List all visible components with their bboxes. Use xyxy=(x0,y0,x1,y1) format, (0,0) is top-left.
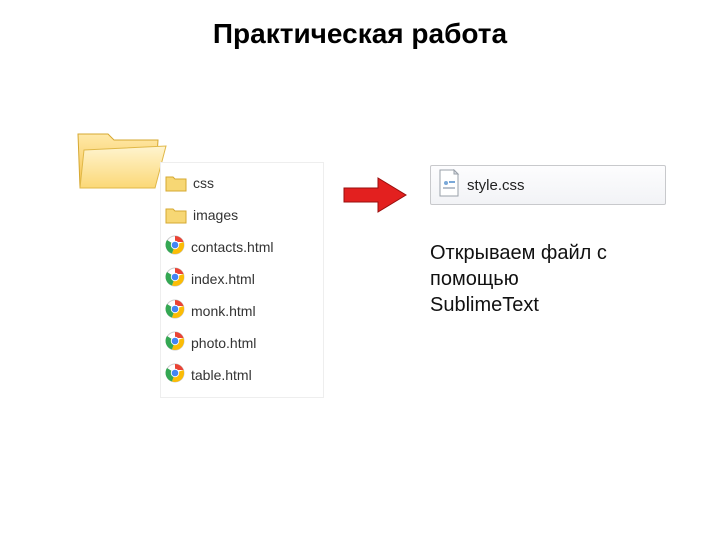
arrow-icon xyxy=(340,175,410,220)
file-row-contacts[interactable]: contacts.html xyxy=(165,231,315,263)
instruction-text: Открываем файл с помощью SublimeText xyxy=(430,240,630,318)
folder-open-icon xyxy=(70,120,170,205)
folder-icon xyxy=(165,205,187,225)
file-label: index.html xyxy=(191,271,255,287)
folder-icon xyxy=(165,173,187,193)
css-file-icon xyxy=(437,169,461,202)
file-row-images[interactable]: images xyxy=(165,199,315,231)
target-file-label: style.css xyxy=(467,177,525,194)
file-label: css xyxy=(193,175,214,191)
file-row-photo[interactable]: photo.html xyxy=(165,327,315,359)
file-label: contacts.html xyxy=(191,239,273,255)
page-title: Практическая работа xyxy=(0,0,720,50)
file-label: table.html xyxy=(191,367,252,383)
target-file-box[interactable]: style.css xyxy=(430,165,666,205)
chrome-icon xyxy=(165,235,185,260)
file-row-css[interactable]: css xyxy=(165,167,315,199)
file-label: images xyxy=(193,207,238,223)
file-label: photo.html xyxy=(191,335,256,351)
file-label: monk.html xyxy=(191,303,256,319)
file-row-table[interactable]: table.html xyxy=(165,359,315,391)
chrome-icon xyxy=(165,299,185,324)
chrome-icon xyxy=(165,331,185,356)
chrome-icon xyxy=(165,267,185,292)
file-row-monk[interactable]: monk.html xyxy=(165,295,315,327)
chrome-icon xyxy=(165,363,185,388)
file-list-panel: css images contacts.html xyxy=(160,162,324,398)
file-row-index[interactable]: index.html xyxy=(165,263,315,295)
